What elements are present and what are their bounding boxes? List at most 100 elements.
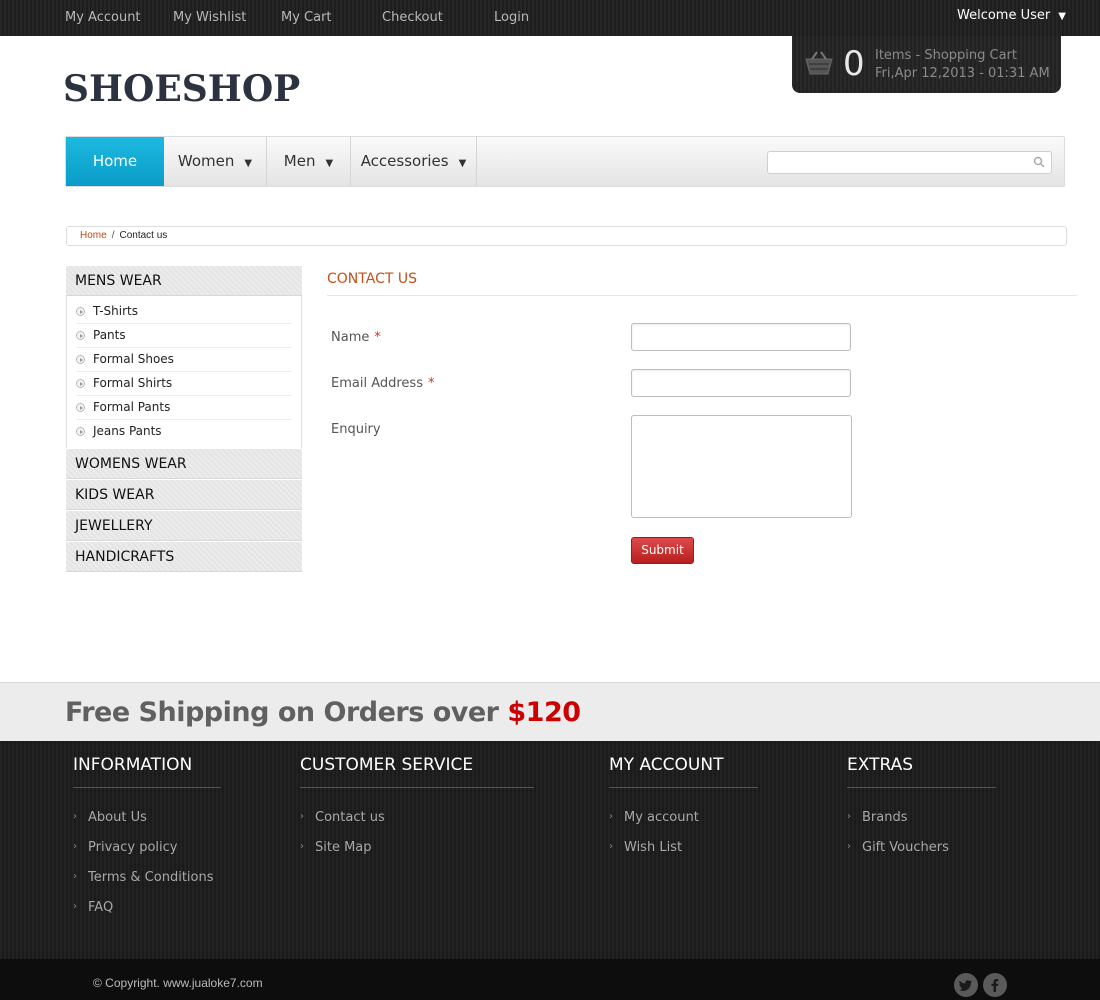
footer-link-label: Terms & Conditions (88, 870, 214, 885)
chevron-right-icon: › (300, 841, 304, 852)
breadcrumb-current: Contact us (119, 230, 168, 241)
email-field[interactable] (631, 369, 851, 397)
footer-link-label: My account (624, 810, 699, 825)
facebook-f-icon (991, 979, 999, 992)
category-item-label: Jeans Pants (93, 424, 162, 438)
category-item-label: T-Shirts (93, 304, 139, 318)
category-item-label: Formal Shoes (93, 352, 174, 366)
site-logo[interactable]: SHOESHOP (63, 68, 300, 110)
enquiry-label: Enquiry (331, 422, 381, 437)
category-item-label: Formal Shirts (93, 376, 173, 390)
welcome-label: Welcome User (957, 8, 1051, 23)
chevron-right-icon: › (73, 841, 77, 852)
footer-link-label: Site Map (315, 840, 372, 855)
nav-men-label: Men (283, 152, 316, 170)
nav-accessories[interactable]: Accessories ▼ (351, 137, 477, 186)
name-field[interactable] (631, 323, 851, 351)
list-item[interactable]: Formal Shoes (76, 348, 292, 372)
name-label-text: Name (331, 330, 370, 345)
my-wishlist-link[interactable]: My Wishlist (173, 10, 246, 25)
circle-arrow-icon (76, 427, 85, 436)
search-icon[interactable] (1033, 156, 1045, 168)
chevron-right-icon: › (73, 871, 77, 882)
breadcrumb-home-link[interactable]: Home (80, 230, 107, 241)
footer-link[interactable]: › Privacy policy (73, 840, 221, 870)
footer-heading: CUSTOMER SERVICE (300, 755, 534, 788)
my-cart-link[interactable]: My Cart (281, 10, 332, 25)
footer-my-account: MY ACCOUNT › My account › Wish List (609, 755, 758, 870)
copyright-text: © Copyright. www.jualoke7.com (93, 976, 263, 990)
submit-button[interactable]: Submit (631, 537, 694, 564)
enquiry-textarea[interactable] (631, 415, 852, 518)
facebook-icon[interactable] (983, 973, 1007, 997)
footer-link-label: Wish List (624, 840, 683, 855)
nav-women[interactable]: Women ▼ (164, 137, 267, 186)
footer-information: INFORMATION › About Us › Privacy policy › T… (73, 755, 221, 930)
twitter-icon[interactable] (954, 973, 978, 997)
checkout-link[interactable]: Checkout (382, 10, 443, 25)
list-item[interactable]: Formal Shirts (76, 372, 292, 396)
title-divider (327, 295, 1077, 296)
footer-link-label: Privacy policy (88, 840, 178, 855)
category-jewellery[interactable]: JEWELLERY (66, 510, 302, 541)
nav-home[interactable]: Home (66, 137, 164, 186)
cart-datetime: Fri,Apr 12,2013 - 01:31 AM (875, 66, 1050, 81)
footer-link[interactable]: › Terms & Conditions (73, 870, 221, 900)
circle-arrow-icon (76, 331, 85, 340)
footer-link[interactable]: › About Us (73, 810, 221, 840)
twitter-bird-icon (959, 980, 972, 991)
footer-link[interactable]: › Gift Vouchers (847, 840, 996, 870)
footer-link[interactable]: › Brands (847, 810, 996, 840)
footer-link[interactable]: › Wish List (609, 840, 758, 870)
footer-link[interactable]: › Contact us (300, 810, 534, 840)
welcome-user-menu[interactable]: Welcome User ▼ (957, 8, 1066, 23)
required-marker: * (427, 376, 435, 391)
top-bar: My Account My Wishlist My Cart Checkout … (0, 0, 1100, 36)
my-account-link[interactable]: My Account (65, 10, 141, 25)
basket-icon (805, 51, 833, 75)
footer-heading: EXTRAS (847, 755, 996, 788)
footer-link[interactable]: › My account (609, 810, 758, 840)
list-item[interactable]: T-Shirts (76, 300, 292, 324)
circle-arrow-icon (76, 355, 85, 364)
chevron-right-icon: › (847, 841, 851, 852)
cart-label: Items - Shopping Cart (875, 48, 1017, 63)
mens-wear-list: T-Shirts Pants Formal Shoes Formal Shirt… (66, 296, 302, 448)
footer-heading: MY ACCOUNT (609, 755, 758, 788)
main-nav: Home Women ▼ Men ▼ Accessories ▼ (65, 136, 1065, 187)
chevron-right-icon: › (609, 811, 613, 822)
category-womens-wear[interactable]: WOMENS WEAR (66, 448, 302, 479)
list-item[interactable]: Formal Pants (76, 396, 292, 420)
category-kids-wear[interactable]: KIDS WEAR (66, 479, 302, 510)
footer-link[interactable]: › FAQ (73, 900, 221, 930)
email-label: Email Address * (331, 376, 434, 391)
chevron-down-icon: ▼ (458, 158, 467, 169)
footer: INFORMATION › About Us › Privacy policy › T… (0, 741, 1100, 959)
shipping-text: Free Shipping on Orders over $120 (65, 697, 581, 728)
breadcrumb-separator: / (111, 230, 115, 241)
login-link[interactable]: Login (494, 10, 529, 25)
nav-men[interactable]: Men ▼ (267, 137, 351, 186)
nav-women-label: Women (177, 152, 235, 170)
footer-link-label: FAQ (88, 900, 114, 915)
nav-accessories-label: Accessories (360, 152, 449, 170)
copyright-bar: © Copyright. www.jualoke7.com (0, 959, 1100, 1000)
circle-arrow-icon (76, 403, 85, 412)
footer-link-label: About Us (88, 810, 147, 825)
nav-home-label: Home (92, 152, 138, 170)
footer-link[interactable]: › Site Map (300, 840, 534, 870)
page-title: CONTACT US (327, 271, 417, 287)
category-item-label: Pants (93, 328, 126, 342)
footer-customer-service: CUSTOMER SERVICE › Contact us › Site Map (300, 755, 534, 870)
shopping-cart-summary[interactable]: 0 Items - Shopping Cart Fri,Apr 12,2013 … (792, 36, 1061, 93)
chevron-right-icon: › (73, 811, 77, 822)
category-handicrafts[interactable]: HANDICRAFTS (66, 541, 302, 572)
list-item[interactable]: Pants (76, 324, 292, 348)
footer-link-label: Gift Vouchers (862, 840, 949, 855)
chevron-down-icon: ▼ (1058, 11, 1066, 22)
search-input[interactable] (767, 151, 1052, 174)
list-item[interactable]: Jeans Pants (76, 420, 292, 444)
category-mens-wear[interactable]: MENS WEAR (66, 265, 302, 296)
email-label-text: Email Address (331, 376, 423, 391)
cart-item-count: 0 (843, 44, 865, 84)
